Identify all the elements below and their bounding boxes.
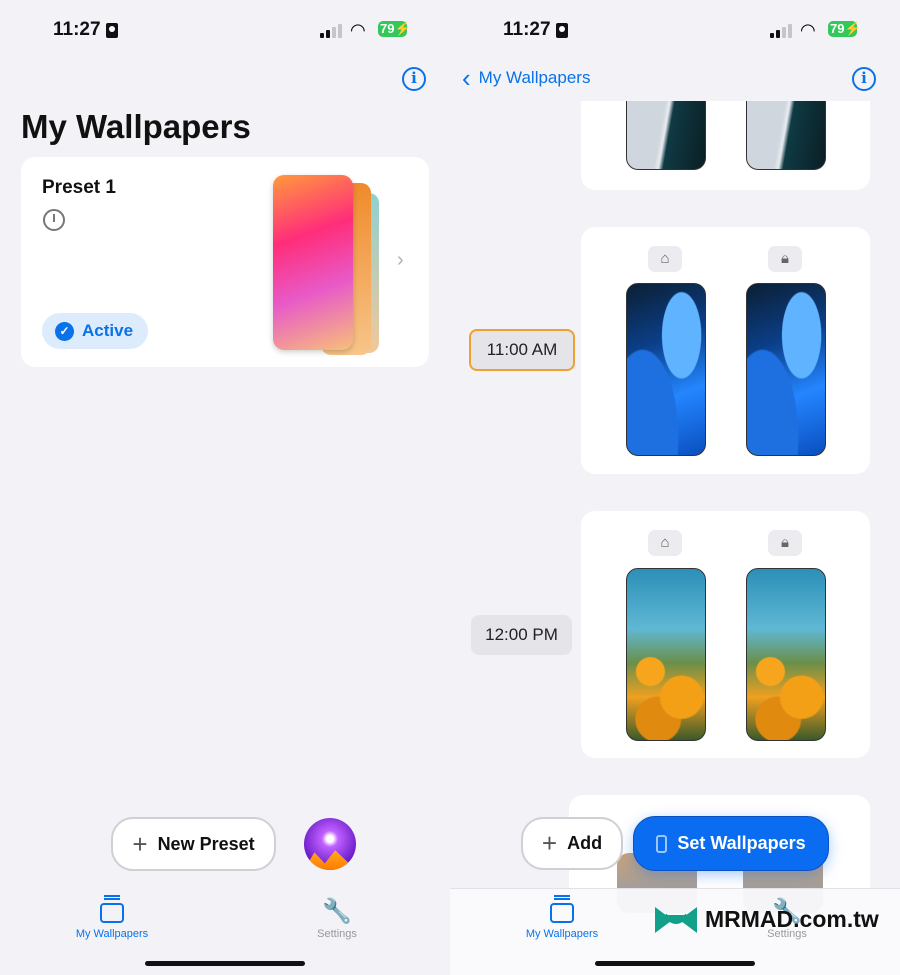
new-preset-label: New Preset (157, 833, 255, 854)
schedule-card[interactable]: ⌂ 🔒︎ (581, 511, 870, 758)
wallpapers-icon (100, 898, 124, 923)
home-icon: ⌂ (648, 530, 682, 556)
new-preset-button[interactable]: + New Preset (111, 817, 276, 871)
signal-icon (770, 24, 792, 38)
chevron-right-icon: › (397, 249, 404, 271)
status-time: 11:27 (53, 19, 118, 41)
lock-icon: 🔒︎ (768, 530, 802, 556)
battery-level: 79 (380, 21, 395, 36)
wifi-icon: ◠ (800, 20, 816, 40)
checkmark-icon: ✓ (55, 321, 74, 341)
page-title: My Wallpapers (21, 108, 251, 145)
lock-wallpaper-thumb[interactable] (746, 283, 826, 456)
signal-icon (320, 24, 342, 38)
lock-wallpaper-thumb[interactable] (746, 568, 826, 741)
app-avatar[interactable] (304, 818, 356, 870)
tab-my-wallpapers[interactable]: My Wallpapers (62, 895, 162, 940)
tab-my-wallpapers[interactable]: My Wallpapers (512, 895, 612, 940)
contact-icon (555, 22, 568, 38)
set-wallpapers-label: Set Wallpapers (677, 833, 806, 853)
tab-label: My Wallpapers (75, 928, 149, 940)
back-button[interactable]: ‹ My Wallpapers (462, 63, 591, 93)
chevron-left-icon: ‹ (462, 63, 471, 93)
time-slot-button[interactable]: 11:00 AM (469, 329, 575, 371)
wifi-icon: ◠ (350, 20, 366, 40)
watermark: MRMAD.com.tw (655, 906, 879, 933)
watermark-text: MRMAD.com.tw (705, 906, 879, 932)
schedule-card[interactable]: ⌂ 🔒︎ (581, 227, 870, 474)
tab-label: My Wallpapers (525, 928, 599, 940)
wallpaper-thumb (273, 175, 353, 350)
mrmad-logo-icon (655, 906, 697, 933)
set-wallpapers-button[interactable]: Set Wallpapers (633, 816, 829, 871)
home-indicator (595, 961, 755, 966)
add-button[interactable]: + Add (521, 817, 623, 870)
preset-detail-screen: 11:27 ◠ 79⚡ 11:27 ◠ 79⚡ ‹My Wallpapers i… (450, 0, 900, 975)
status-time: 11:27 (503, 19, 568, 41)
tab-settings[interactable]: 🔧 Settings (287, 895, 387, 940)
info-icon[interactable]: i (402, 67, 426, 91)
tab-label: Settings (317, 928, 357, 940)
wallpapers-icon (550, 898, 574, 923)
back-label: My Wallpapers (478, 68, 591, 87)
home-wallpaper-thumb[interactable] (626, 568, 706, 741)
battery-icon: 79⚡ (828, 21, 861, 37)
add-label: Add (567, 833, 603, 853)
home-icon: ⌂ (648, 246, 682, 272)
clock-icon (43, 209, 65, 231)
my-wallpapers-screen: 11:27 ◠ 79⚡ i My Wallpapers Preset 1 ✓ A… (0, 0, 450, 975)
plus-icon: + (132, 828, 148, 859)
lock-icon: 🔒︎ (768, 246, 802, 272)
preset-name: Preset 1 (42, 177, 116, 198)
plus-icon: + (541, 828, 558, 858)
wrench-icon: 🔧 (322, 898, 352, 925)
home-wallpaper-thumb[interactable] (626, 283, 706, 456)
time-text: 11:27 (503, 19, 551, 40)
info-icon[interactable]: i (852, 67, 876, 91)
contact-icon (105, 22, 118, 38)
battery-icon: 79⚡ (378, 21, 411, 37)
preset-card[interactable]: Preset 1 ✓ Active › (21, 157, 429, 367)
active-label: Active (82, 321, 134, 340)
home-indicator (145, 961, 305, 966)
time-slot-button[interactable]: 12:00 PM (471, 615, 572, 655)
battery-level: 79 (830, 21, 845, 36)
active-badge: ✓ Active (42, 313, 148, 349)
time-text: 11:27 (53, 19, 101, 40)
phone-icon (656, 834, 668, 853)
